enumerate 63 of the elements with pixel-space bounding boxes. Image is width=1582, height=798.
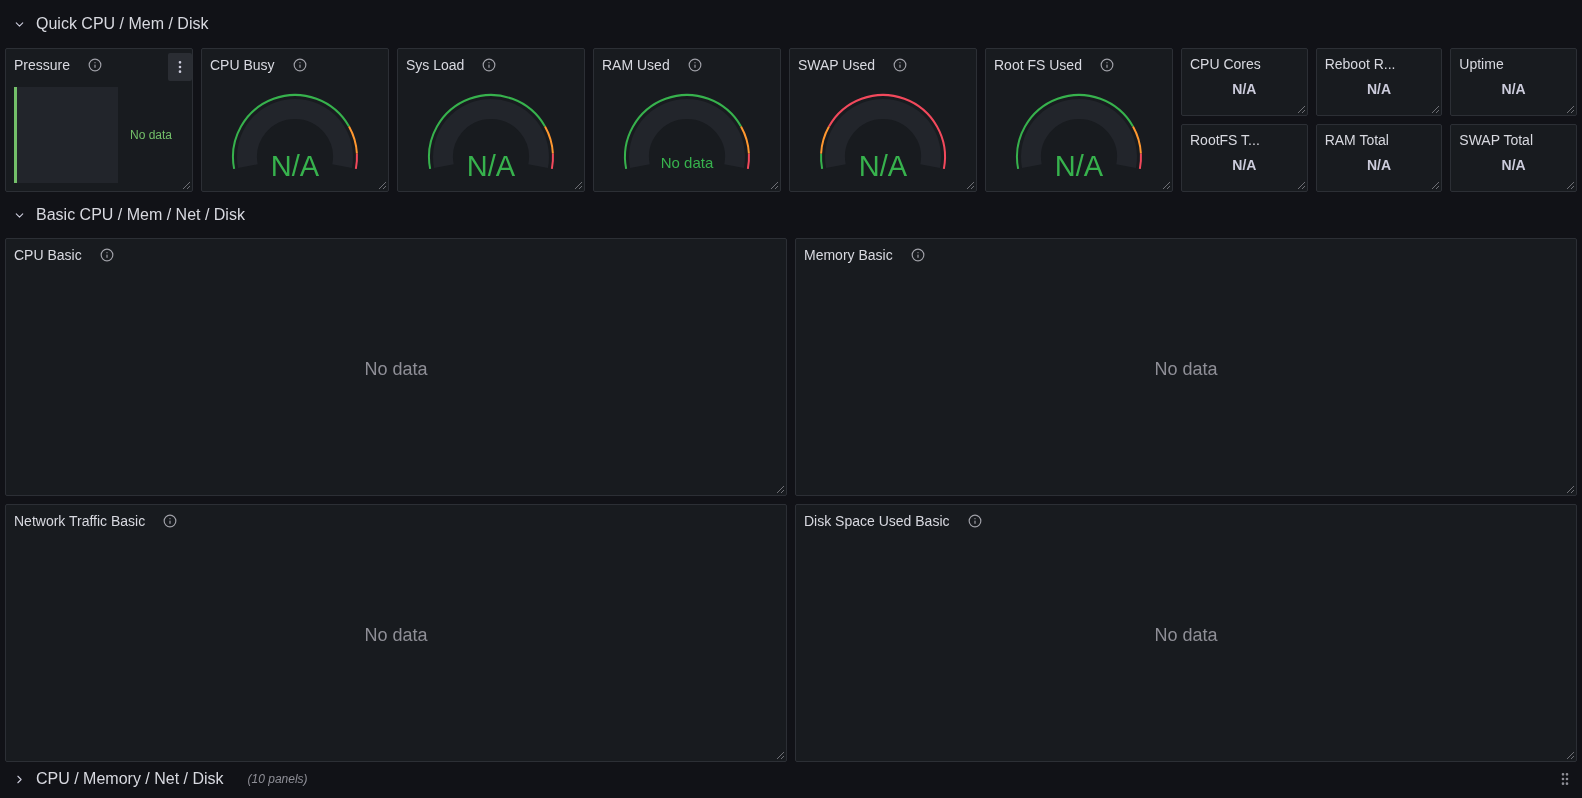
panel-title: CPU Basic — [14, 247, 82, 263]
panel-title: Uptime — [1459, 56, 1504, 72]
stat-value: N/A — [1232, 81, 1257, 97]
panel-title: RAM Total — [1324, 132, 1389, 148]
resize-handle-icon[interactable] — [1161, 180, 1171, 190]
row-title[interactable]: Basic CPU / Mem / Net / Disk — [36, 206, 245, 224]
info-icon[interactable] — [910, 248, 925, 262]
panel-title: SWAP Used — [798, 57, 876, 73]
row-title[interactable]: CPU / Memory / Net / Disk — [36, 770, 224, 788]
resize-handle-icon[interactable] — [1430, 104, 1441, 114]
resize-handle-icon[interactable] — [1565, 180, 1575, 190]
panel-title: Pressure — [14, 57, 71, 73]
info-icon[interactable] — [163, 514, 178, 528]
panel-title: CPU Cores — [1190, 56, 1261, 72]
resize-handle-icon[interactable] — [1295, 104, 1306, 114]
panel-title: Memory Basic — [804, 247, 893, 263]
gauge-value: N/A — [857, 150, 909, 183]
resize-handle-icon[interactable] — [775, 750, 785, 760]
info-icon[interactable] — [1099, 58, 1114, 72]
stat-value: N/A — [1366, 157, 1392, 173]
stat-value: N/A — [1366, 81, 1392, 97]
resize-handle-icon[interactable] — [775, 484, 785, 494]
panel-title: Reboot R... — [1324, 56, 1396, 72]
panel-title: SWAP Total — [1459, 132, 1533, 148]
no-data-text: No data — [129, 128, 173, 142]
info-icon[interactable] — [99, 248, 114, 262]
panel-title: Network Traffic Basic — [14, 513, 146, 529]
resize-handle-icon[interactable] — [1565, 104, 1575, 114]
info-icon[interactable] — [482, 58, 497, 72]
stat-value: N/A — [1232, 157, 1257, 173]
row-title[interactable]: Quick CPU / Mem / Disk — [36, 15, 209, 33]
resize-handle-icon[interactable] — [1565, 750, 1575, 760]
gauge-value: N/A — [269, 150, 321, 183]
gauge-value: N/A — [1053, 150, 1105, 183]
resize-handle-icon[interactable] — [181, 180, 191, 190]
resize-handle-icon[interactable] — [573, 180, 583, 190]
info-icon[interactable] — [967, 514, 982, 528]
info-icon[interactable] — [292, 58, 307, 72]
no-data-text: No data — [1154, 624, 1218, 646]
resize-handle-icon[interactable] — [377, 180, 387, 190]
no-data-text: No data — [364, 358, 428, 380]
panel-title: Sys Load — [406, 57, 465, 73]
panel-title: Root FS Used — [994, 57, 1082, 73]
panel-title: Disk Space Used Basic — [804, 513, 950, 529]
panel-title: RAM Used — [602, 57, 670, 73]
menu-button[interactable] — [168, 53, 192, 81]
resize-handle-icon[interactable] — [1295, 180, 1306, 190]
no-data-text: No data — [364, 624, 428, 646]
panel-title: RootFS T... — [1190, 132, 1260, 148]
resize-handle-icon[interactable] — [965, 180, 975, 190]
gauge-value: No data — [659, 154, 715, 171]
info-icon[interactable] — [687, 58, 702, 72]
panel-title: CPU Busy — [210, 57, 275, 73]
resize-handle-icon[interactable] — [1430, 180, 1441, 190]
stat-value: N/A — [1501, 157, 1526, 173]
info-icon[interactable] — [893, 58, 908, 72]
resize-handle-icon[interactable] — [769, 180, 779, 190]
info-icon[interactable] — [88, 58, 103, 72]
stat-value: N/A — [1501, 81, 1526, 97]
gauge-value: N/A — [465, 150, 517, 183]
panel-count: (10 panels) — [247, 772, 308, 786]
resize-handle-icon[interactable] — [1565, 484, 1575, 494]
no-data-text: No data — [1154, 358, 1218, 380]
